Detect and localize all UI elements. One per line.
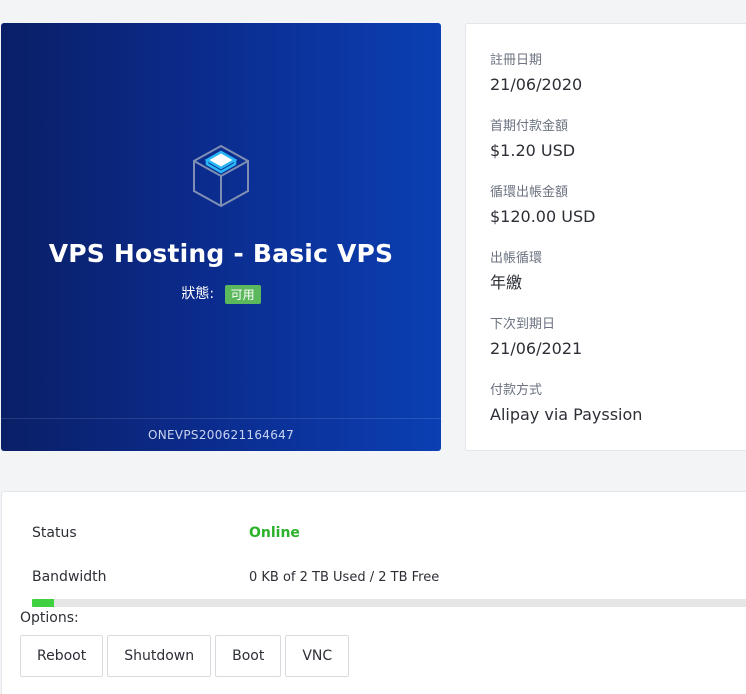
server-status-value: Online	[249, 525, 300, 541]
info-value: $1.20 USD	[490, 141, 576, 160]
bandwidth-progress-bar	[32, 599, 746, 607]
billing-info-panel: 註冊日期 21/06/2020 首期付款金額 $1.20 USD 循環出帳金額 …	[465, 23, 746, 451]
cube-icon	[193, 144, 249, 208]
info-value: 21/06/2020	[490, 75, 583, 94]
reboot-button[interactable]: Reboot	[20, 635, 104, 677]
product-status: 狀態: 可用	[1, 283, 441, 304]
vnc-button[interactable]: VNC	[285, 635, 350, 677]
service-id: ONEVPS200621164647	[1, 418, 441, 451]
info-value: 21/06/2021	[490, 339, 583, 358]
bandwidth-row-label: Bandwidth	[32, 569, 107, 585]
info-label: 付款方式	[490, 383, 543, 398]
options-label: Options:	[20, 610, 79, 626]
bandwidth-value: 0 KB of 2 TB Used / 2 TB Free	[249, 570, 440, 585]
info-label: 註冊日期	[490, 53, 543, 68]
info-registration-date: 註冊日期 21/06/2020	[490, 52, 746, 118]
shutdown-button[interactable]: Shutdown	[107, 635, 212, 677]
info-first-payment: 首期付款金額 $1.20 USD	[490, 118, 746, 184]
info-label: 首期付款金額	[490, 119, 569, 134]
server-details-panel: Status Online Bandwidth 0 KB of 2 TB Use…	[1, 491, 746, 694]
product-title: VPS Hosting - Basic VPS	[48, 239, 394, 268]
info-billing-cycle: 出帳循環 年繳	[490, 250, 746, 316]
info-value: Alipay via Payssion	[490, 405, 643, 424]
info-value: 年繳	[490, 273, 523, 292]
boot-button[interactable]: Boot	[215, 635, 282, 677]
info-next-due-date: 下次到期日 21/06/2021	[490, 316, 746, 382]
info-recurring-amount: 循環出帳金額 $120.00 USD	[490, 184, 746, 250]
options-button-group: Reboot Shutdown Boot VNC	[20, 635, 350, 677]
bandwidth-progress-fill	[32, 599, 55, 607]
info-label: 下次到期日	[490, 317, 556, 332]
status-badge: 可用	[224, 284, 261, 304]
info-label: 循環出帳金額	[490, 185, 569, 200]
status-row-label: Status	[32, 525, 77, 541]
product-card: VPS Hosting - Basic VPS 狀態: 可用 ONEVPS200…	[1, 23, 441, 451]
info-value: $120.00 USD	[490, 207, 596, 226]
info-payment-method: 付款方式 Alipay via Payssion	[490, 382, 746, 448]
status-label: 狀態:	[181, 286, 215, 302]
info-label: 出帳循環	[490, 251, 543, 266]
